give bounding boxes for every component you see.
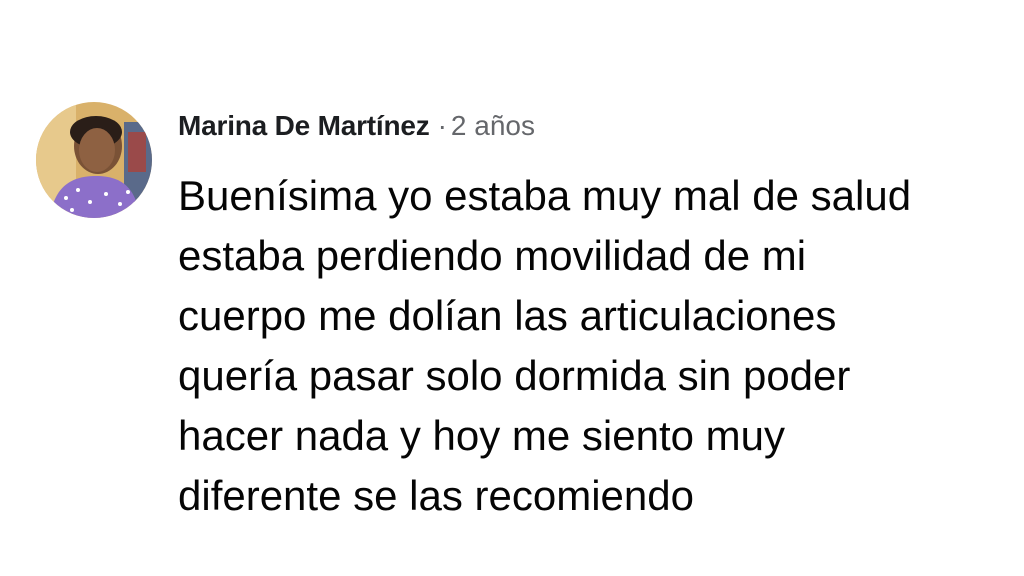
comment-text: Buenísima yo estaba muy mal de salud est…	[178, 172, 912, 519]
comment-screenshot: Marina De Martínez · 2 años Buenísima yo e…	[0, 0, 1024, 576]
comment-timestamp[interactable]: 2 años	[451, 110, 535, 141]
author-avatar[interactable]	[36, 102, 152, 218]
comment-body: Marina De Martínez · 2 años Buenísima yo e…	[178, 102, 1006, 526]
profile-photo-icon	[36, 102, 152, 218]
meta-separator: ·	[437, 110, 447, 141]
comment-header: Marina De Martínez · 2 años	[178, 106, 1006, 146]
author-name[interactable]: Marina De Martínez	[178, 110, 430, 141]
